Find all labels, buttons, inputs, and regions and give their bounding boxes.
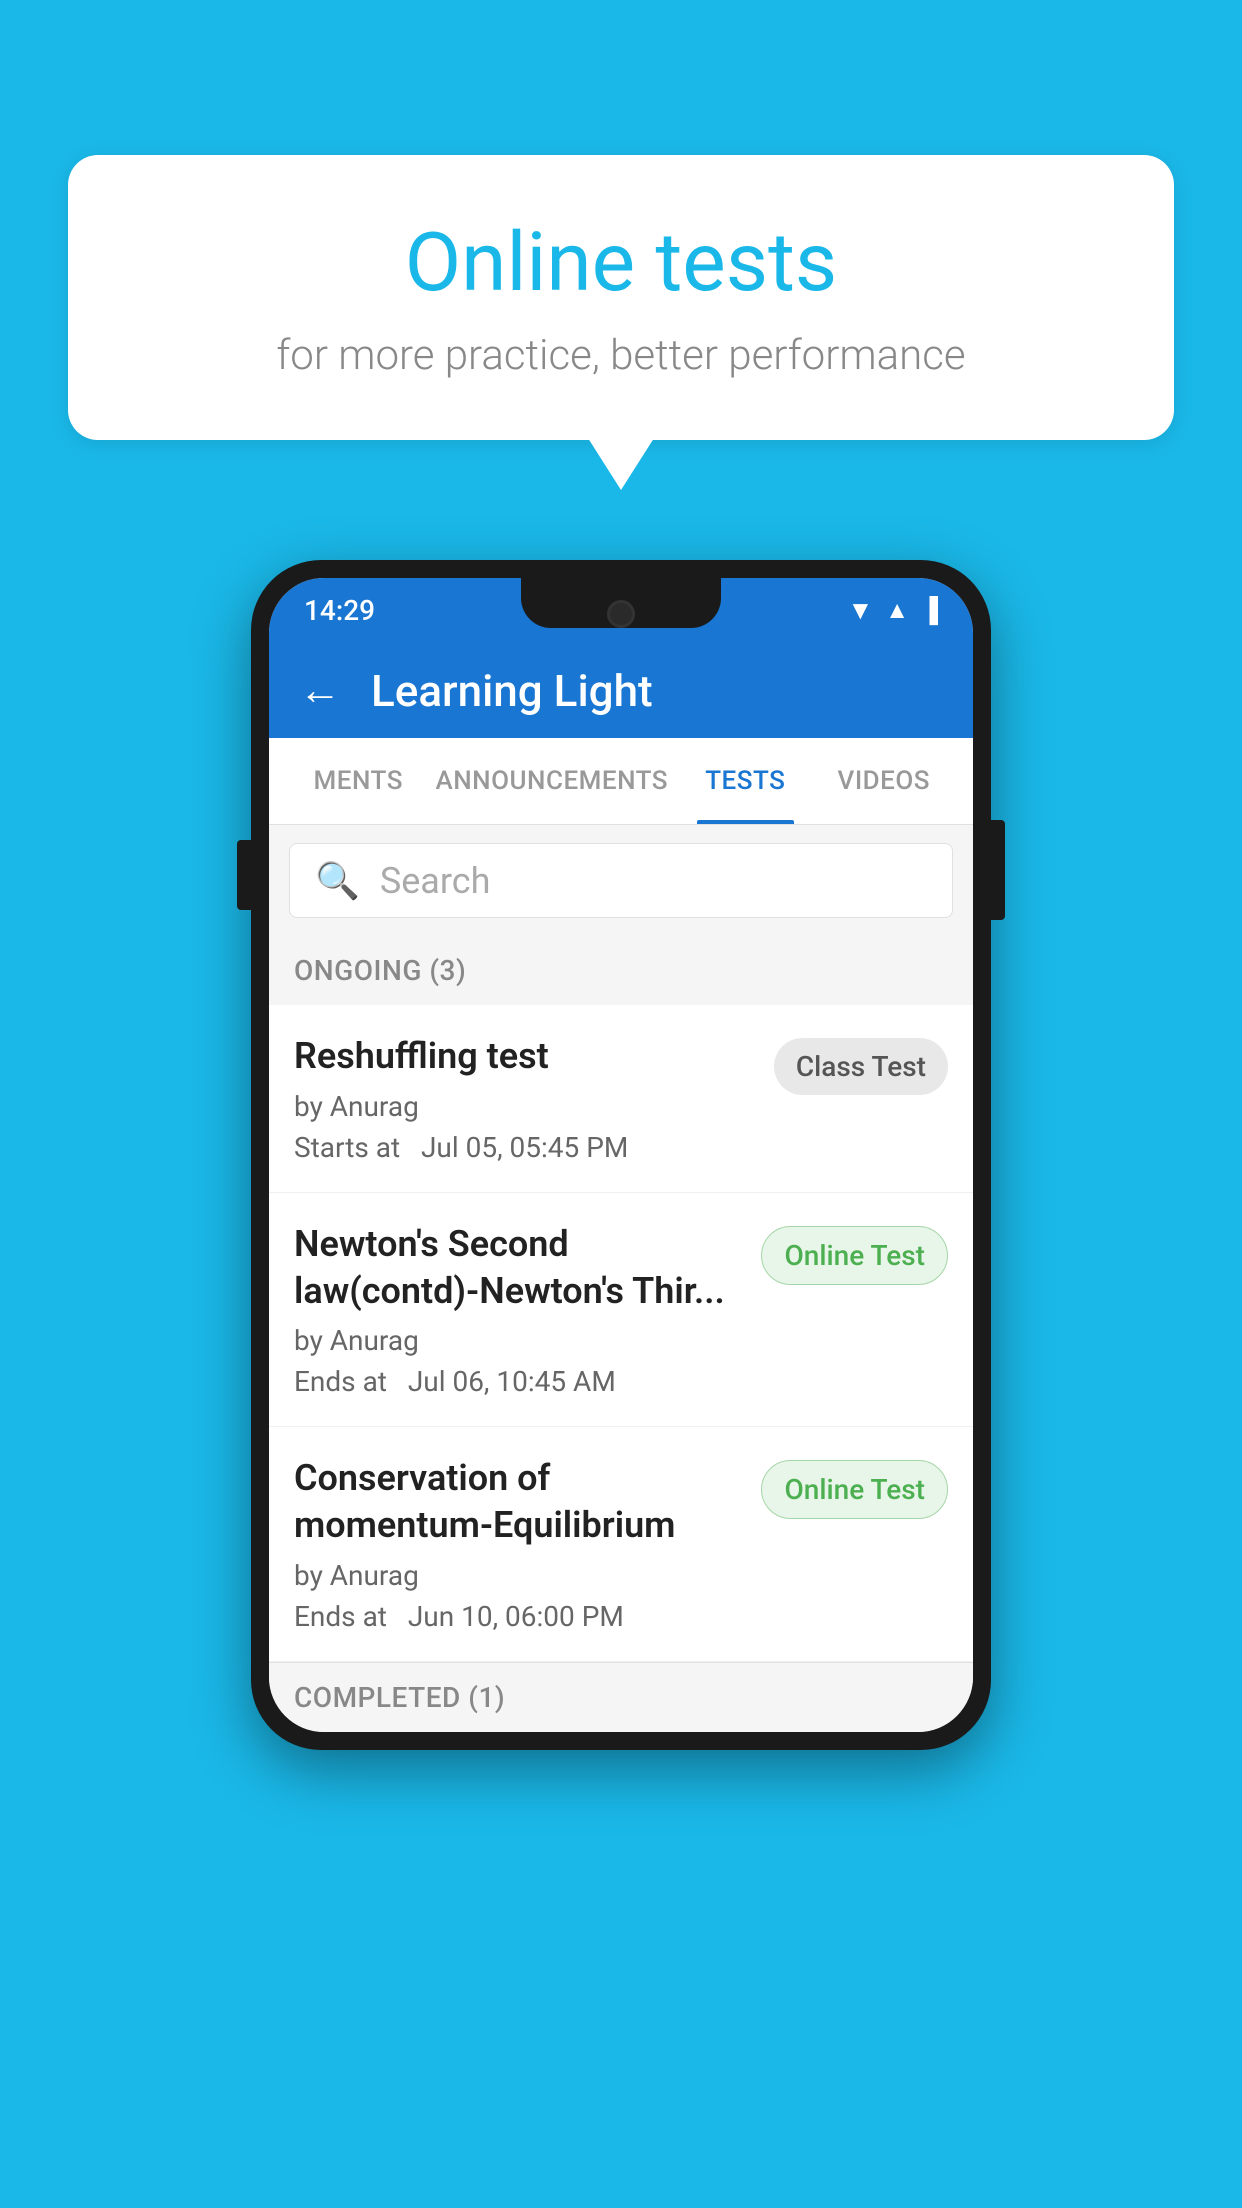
test-author: by Anurag — [294, 1559, 741, 1592]
bubble-title: Online tests — [148, 215, 1094, 311]
front-camera — [607, 600, 635, 628]
wifi-icon: ▼ — [847, 595, 873, 626]
search-icon: 🔍 — [315, 860, 360, 902]
test-badge: Online Test — [761, 1226, 948, 1285]
ongoing-section-title: ONGOING (3) — [294, 954, 466, 987]
test-item[interactable]: Newton's Second law(contd)-Newton's Thir… — [269, 1193, 973, 1428]
app-header: ← Learning Light — [269, 643, 973, 738]
phone-notch — [521, 578, 721, 628]
status-time: 14:29 — [304, 594, 375, 627]
back-button[interactable]: ← — [299, 666, 341, 715]
tab-tests[interactable]: TESTS — [676, 738, 814, 824]
test-time: Ends at Jul 06, 10:45 AM — [294, 1365, 741, 1398]
test-author: by Anurag — [294, 1090, 754, 1123]
completed-section-header: COMPLETED (1) — [269, 1662, 973, 1732]
test-name: Conservation of momentum-Equilibrium — [294, 1455, 741, 1549]
battery-icon: ▐ — [921, 596, 938, 625]
test-author: by Anurag — [294, 1324, 741, 1357]
signal-icon: ▲ — [885, 596, 909, 625]
test-content: Reshuffling test by Anurag Starts at Jul… — [294, 1033, 754, 1164]
test-name: Newton's Second law(contd)-Newton's Thir… — [294, 1221, 741, 1315]
power-button — [991, 820, 1005, 920]
search-container: 🔍 Search — [269, 825, 973, 936]
tabs-container: MENTS ANNOUNCEMENTS TESTS VIDEOS — [269, 738, 973, 825]
ongoing-section-header: ONGOING (3) — [269, 936, 973, 1005]
volume-button — [237, 840, 251, 910]
speech-bubble-container: Online tests for more practice, better p… — [68, 155, 1174, 440]
app-title: Learning Light — [371, 665, 653, 717]
test-content: Newton's Second law(contd)-Newton's Thir… — [294, 1221, 741, 1399]
test-time: Ends at Jun 10, 06:00 PM — [294, 1600, 741, 1633]
search-bar[interactable]: 🔍 Search — [289, 843, 953, 918]
bubble-subtitle: for more practice, better performance — [148, 331, 1094, 380]
phone-container: 14:29 ▼ ▲ ▐ ← Learning Light MENTS ANNOU… — [251, 560, 991, 1750]
test-time: Starts at Jul 05, 05:45 PM — [294, 1131, 754, 1164]
completed-section-title: COMPLETED (1) — [294, 1681, 505, 1714]
tab-ments[interactable]: MENTS — [289, 738, 427, 824]
speech-bubble: Online tests for more practice, better p… — [68, 155, 1174, 440]
test-badge: Class Test — [774, 1038, 948, 1095]
search-placeholder: Search — [380, 860, 491, 902]
test-item[interactable]: Reshuffling test by Anurag Starts at Jul… — [269, 1005, 973, 1193]
test-list: Reshuffling test by Anurag Starts at Jul… — [269, 1005, 973, 1662]
status-icons: ▼ ▲ ▐ — [847, 595, 938, 626]
tab-videos[interactable]: VIDEOS — [815, 738, 953, 824]
phone-frame: 14:29 ▼ ▲ ▐ ← Learning Light MENTS ANNOU… — [251, 560, 991, 1750]
test-name: Reshuffling test — [294, 1033, 754, 1080]
tab-announcements[interactable]: ANNOUNCEMENTS — [427, 738, 676, 824]
phone-screen: 14:29 ▼ ▲ ▐ ← Learning Light MENTS ANNOU… — [269, 578, 973, 1732]
test-item[interactable]: Conservation of momentum-Equilibrium by … — [269, 1427, 973, 1662]
test-badge: Online Test — [761, 1460, 948, 1519]
test-content: Conservation of momentum-Equilibrium by … — [294, 1455, 741, 1633]
